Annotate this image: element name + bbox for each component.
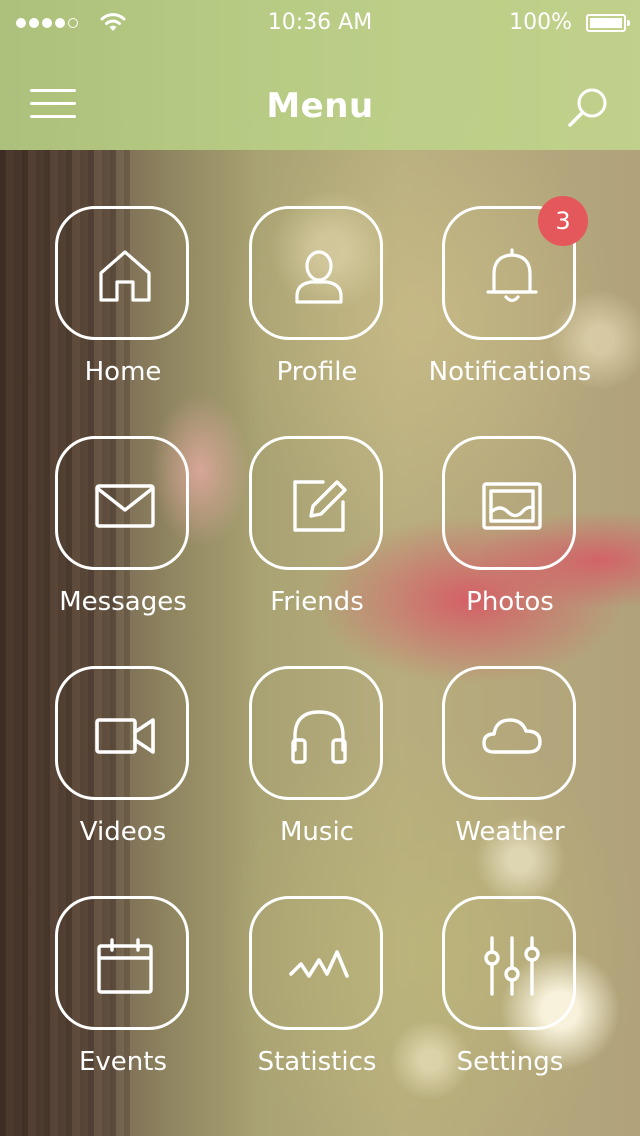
menu-item-statistics[interactable]: Statistics: [217, 896, 417, 1086]
menu-item-label: Settings: [456, 1047, 564, 1077]
envelope-icon: [95, 484, 155, 528]
bell-icon: [486, 248, 538, 303]
menu-item-events[interactable]: Events: [23, 896, 223, 1086]
menu-item-label: Notifications: [428, 357, 592, 387]
menu-item-profile[interactable]: Profile: [217, 206, 417, 396]
video-camera-icon: [95, 718, 155, 754]
profile-icon: [295, 250, 343, 304]
menu-item-label: Photos: [466, 587, 554, 617]
menu-item-settings[interactable]: Settings: [410, 896, 610, 1086]
menu-item-label: Weather: [455, 817, 565, 847]
headphones-icon: [291, 710, 347, 764]
menu-grid: Home Profile Notifications 3 Messages Fr…: [0, 0, 640, 1136]
calendar-icon: [97, 938, 153, 994]
activity-icon: [289, 950, 349, 978]
menu-item-friends[interactable]: Friends: [217, 436, 417, 626]
home-icon: [99, 250, 151, 302]
edit-icon: [293, 480, 347, 532]
notification-badge: 3: [538, 196, 588, 246]
sliders-icon: [484, 936, 540, 996]
menu-item-messages[interactable]: Messages: [23, 436, 223, 626]
menu-item-photos[interactable]: Photos: [410, 436, 610, 626]
menu-item-home[interactable]: Home: [23, 206, 223, 396]
menu-item-videos[interactable]: Videos: [23, 666, 223, 856]
menu-item-weather[interactable]: Weather: [410, 666, 610, 856]
photo-icon: [482, 482, 542, 530]
cloud-icon: [482, 718, 542, 754]
menu-item-music[interactable]: Music: [217, 666, 417, 856]
